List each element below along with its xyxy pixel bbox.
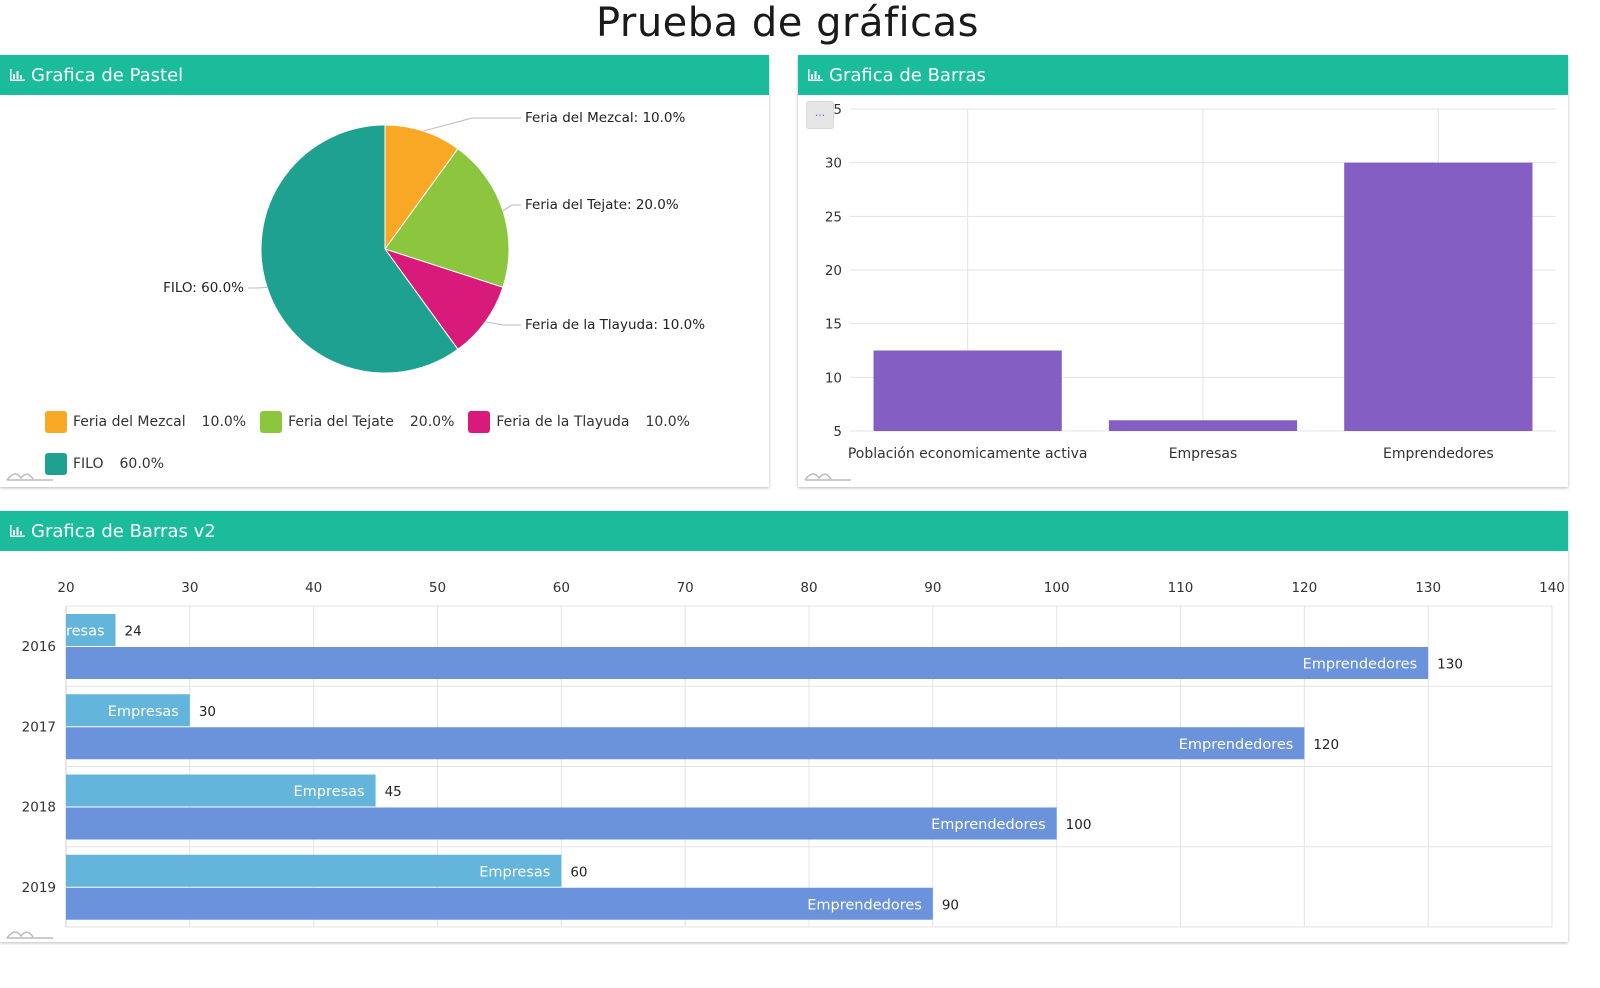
bar-chart: 5101520253035Población economicamente ac…	[825, 102, 1556, 462]
chart-menu-button[interactable]: ...	[806, 101, 834, 129]
bar-series-label: Emprendedores	[1303, 657, 1418, 673]
horizontal-bar-chart: 20 30 40 50 60 70 80 90 100 110 120 130 140 Empresas E…	[22, 580, 1565, 928]
legend-row: FILO 60.0%	[45, 453, 178, 475]
x-tick-label: 70	[677, 580, 694, 596]
x-tick-label: Empresas	[1169, 446, 1238, 462]
legend-value: 20.0%	[409, 414, 455, 430]
pie-slice-label: FILO: 60.0%	[163, 280, 244, 296]
bar-chart-icon	[10, 525, 25, 537]
bar	[1108, 420, 1298, 431]
bar-series-label: Empresas	[294, 784, 365, 800]
x-tick-label: 90	[924, 580, 941, 596]
bar	[1344, 162, 1533, 431]
y-tick-label: 2017	[22, 719, 56, 735]
legend-swatch	[260, 411, 283, 433]
x-tick-label: 80	[800, 580, 817, 596]
pie-label-line	[423, 117, 521, 132]
x-tick-label: 110	[1168, 580, 1194, 596]
legend-item[interactable]: Feria del Mezcal 10.0%	[45, 411, 246, 433]
legend-value: 10.0%	[201, 414, 247, 430]
chart-logo-icon	[804, 473, 851, 481]
bar	[66, 727, 1305, 760]
x-tick-label: 120	[1291, 580, 1317, 596]
bar-panel-title: Grafica de Barras	[829, 64, 986, 86]
legend-row: Feria del Mezcal 10.0% Feria del Tejate 20.…	[45, 411, 704, 433]
bar	[66, 887, 933, 920]
x-tick-label: Población economicamente activa	[848, 446, 1088, 462]
bar-chart-panel: Grafica de Barras 5101520253035Población…	[798, 55, 1568, 487]
bar-value-label: 45	[385, 784, 402, 800]
bar-value-label: 90	[942, 897, 959, 913]
y-tick-label: 20	[825, 263, 842, 279]
bar-panel-header: Grafica de Barras	[798, 55, 1568, 95]
bar-value-label: 60	[570, 864, 587, 880]
legend-label: Feria de la Tlayuda	[496, 414, 630, 430]
x-tick-label: 140	[1539, 580, 1565, 596]
horizontal-bar-chart-panel: Grafica de Barras v2 20 30 40 50 60 70 80 90 100…	[0, 511, 1568, 942]
chart-logo-icon	[6, 473, 53, 481]
x-tick-label: Emprendedores	[1383, 446, 1494, 462]
bar-value-label: 30	[199, 704, 216, 720]
pie-label-line	[248, 286, 268, 289]
bar-chart-icon	[10, 69, 25, 81]
y-tick-label: 10	[825, 370, 842, 386]
legend-value: 60.0%	[119, 456, 164, 472]
pie-panel-header: Grafica de Pastel	[0, 55, 769, 95]
legend-label: Feria del Tejate	[288, 414, 394, 430]
hbar-panel-header: Grafica de Barras v2	[0, 511, 1568, 551]
legend-item[interactable]: Feria del Tejate 20.0%	[260, 411, 454, 433]
x-tick-label: 50	[429, 580, 446, 596]
bar-chart-icon	[808, 69, 823, 81]
bar-value-label: 100	[1066, 817, 1092, 833]
bar-series-label: Empresas	[33, 624, 104, 640]
legend-label: FILO	[73, 456, 104, 472]
x-tick-label: 60	[553, 580, 570, 596]
pie-slice-label: Feria de la Tlayuda: 10.0%	[525, 317, 705, 333]
pie-slice-label: Feria del Tejate: 20.0%	[525, 197, 679, 213]
bar-series-label: Emprendedores	[807, 897, 922, 913]
y-tick-label: 15	[825, 317, 842, 333]
bar	[66, 807, 1057, 840]
x-tick-label: 20	[57, 580, 74, 596]
y-tick-label: 2016	[22, 639, 56, 655]
legend-value: 10.0%	[645, 414, 690, 430]
legend-swatch	[468, 411, 491, 433]
bar-series-label: Empresas	[108, 704, 179, 720]
x-tick-label: 30	[181, 580, 198, 596]
y-tick-label: 2019	[22, 880, 56, 896]
legend-label: Feria del Mezcal	[73, 414, 186, 430]
bar	[66, 854, 562, 887]
pie-chart-panel: Grafica de Pastel Feria del Mezcal: 10.0…	[0, 55, 769, 487]
pie-slice-label: Feria del Mezcal: 10.0%	[525, 110, 685, 126]
y-tick-label: 2018	[22, 800, 56, 816]
bar	[873, 350, 1062, 431]
legend-item[interactable]: Feria de la Tlayuda 10.0%	[468, 411, 690, 433]
bar-value-label: 130	[1437, 657, 1463, 673]
y-tick-label: 30	[825, 156, 842, 172]
bar	[66, 647, 1429, 679]
legend-swatch	[45, 411, 67, 433]
pie-panel-title: Grafica de Pastel	[31, 64, 184, 86]
bar-value-label: 24	[125, 624, 142, 640]
pie-label-line	[502, 204, 521, 212]
x-tick-label: 100	[1044, 580, 1070, 596]
legend-item[interactable]: FILO 60.0%	[45, 453, 164, 475]
pie-label-line	[485, 321, 521, 326]
bar-series-label: Emprendedores	[931, 817, 1046, 833]
chart-logo-icon	[6, 931, 53, 939]
x-tick-label: 40	[305, 580, 322, 596]
hbar-panel-title: Grafica de Barras v2	[31, 520, 216, 542]
y-tick-label: 5	[833, 424, 842, 440]
x-tick-label: 130	[1415, 580, 1441, 596]
page-title: Prueba de gráficas	[595, 0, 980, 46]
bar-series-label: Empresas	[479, 864, 550, 880]
y-tick-label: 25	[825, 209, 842, 225]
bar-value-label: 120	[1313, 737, 1339, 753]
bar-series-label: Emprendedores	[1179, 737, 1294, 753]
